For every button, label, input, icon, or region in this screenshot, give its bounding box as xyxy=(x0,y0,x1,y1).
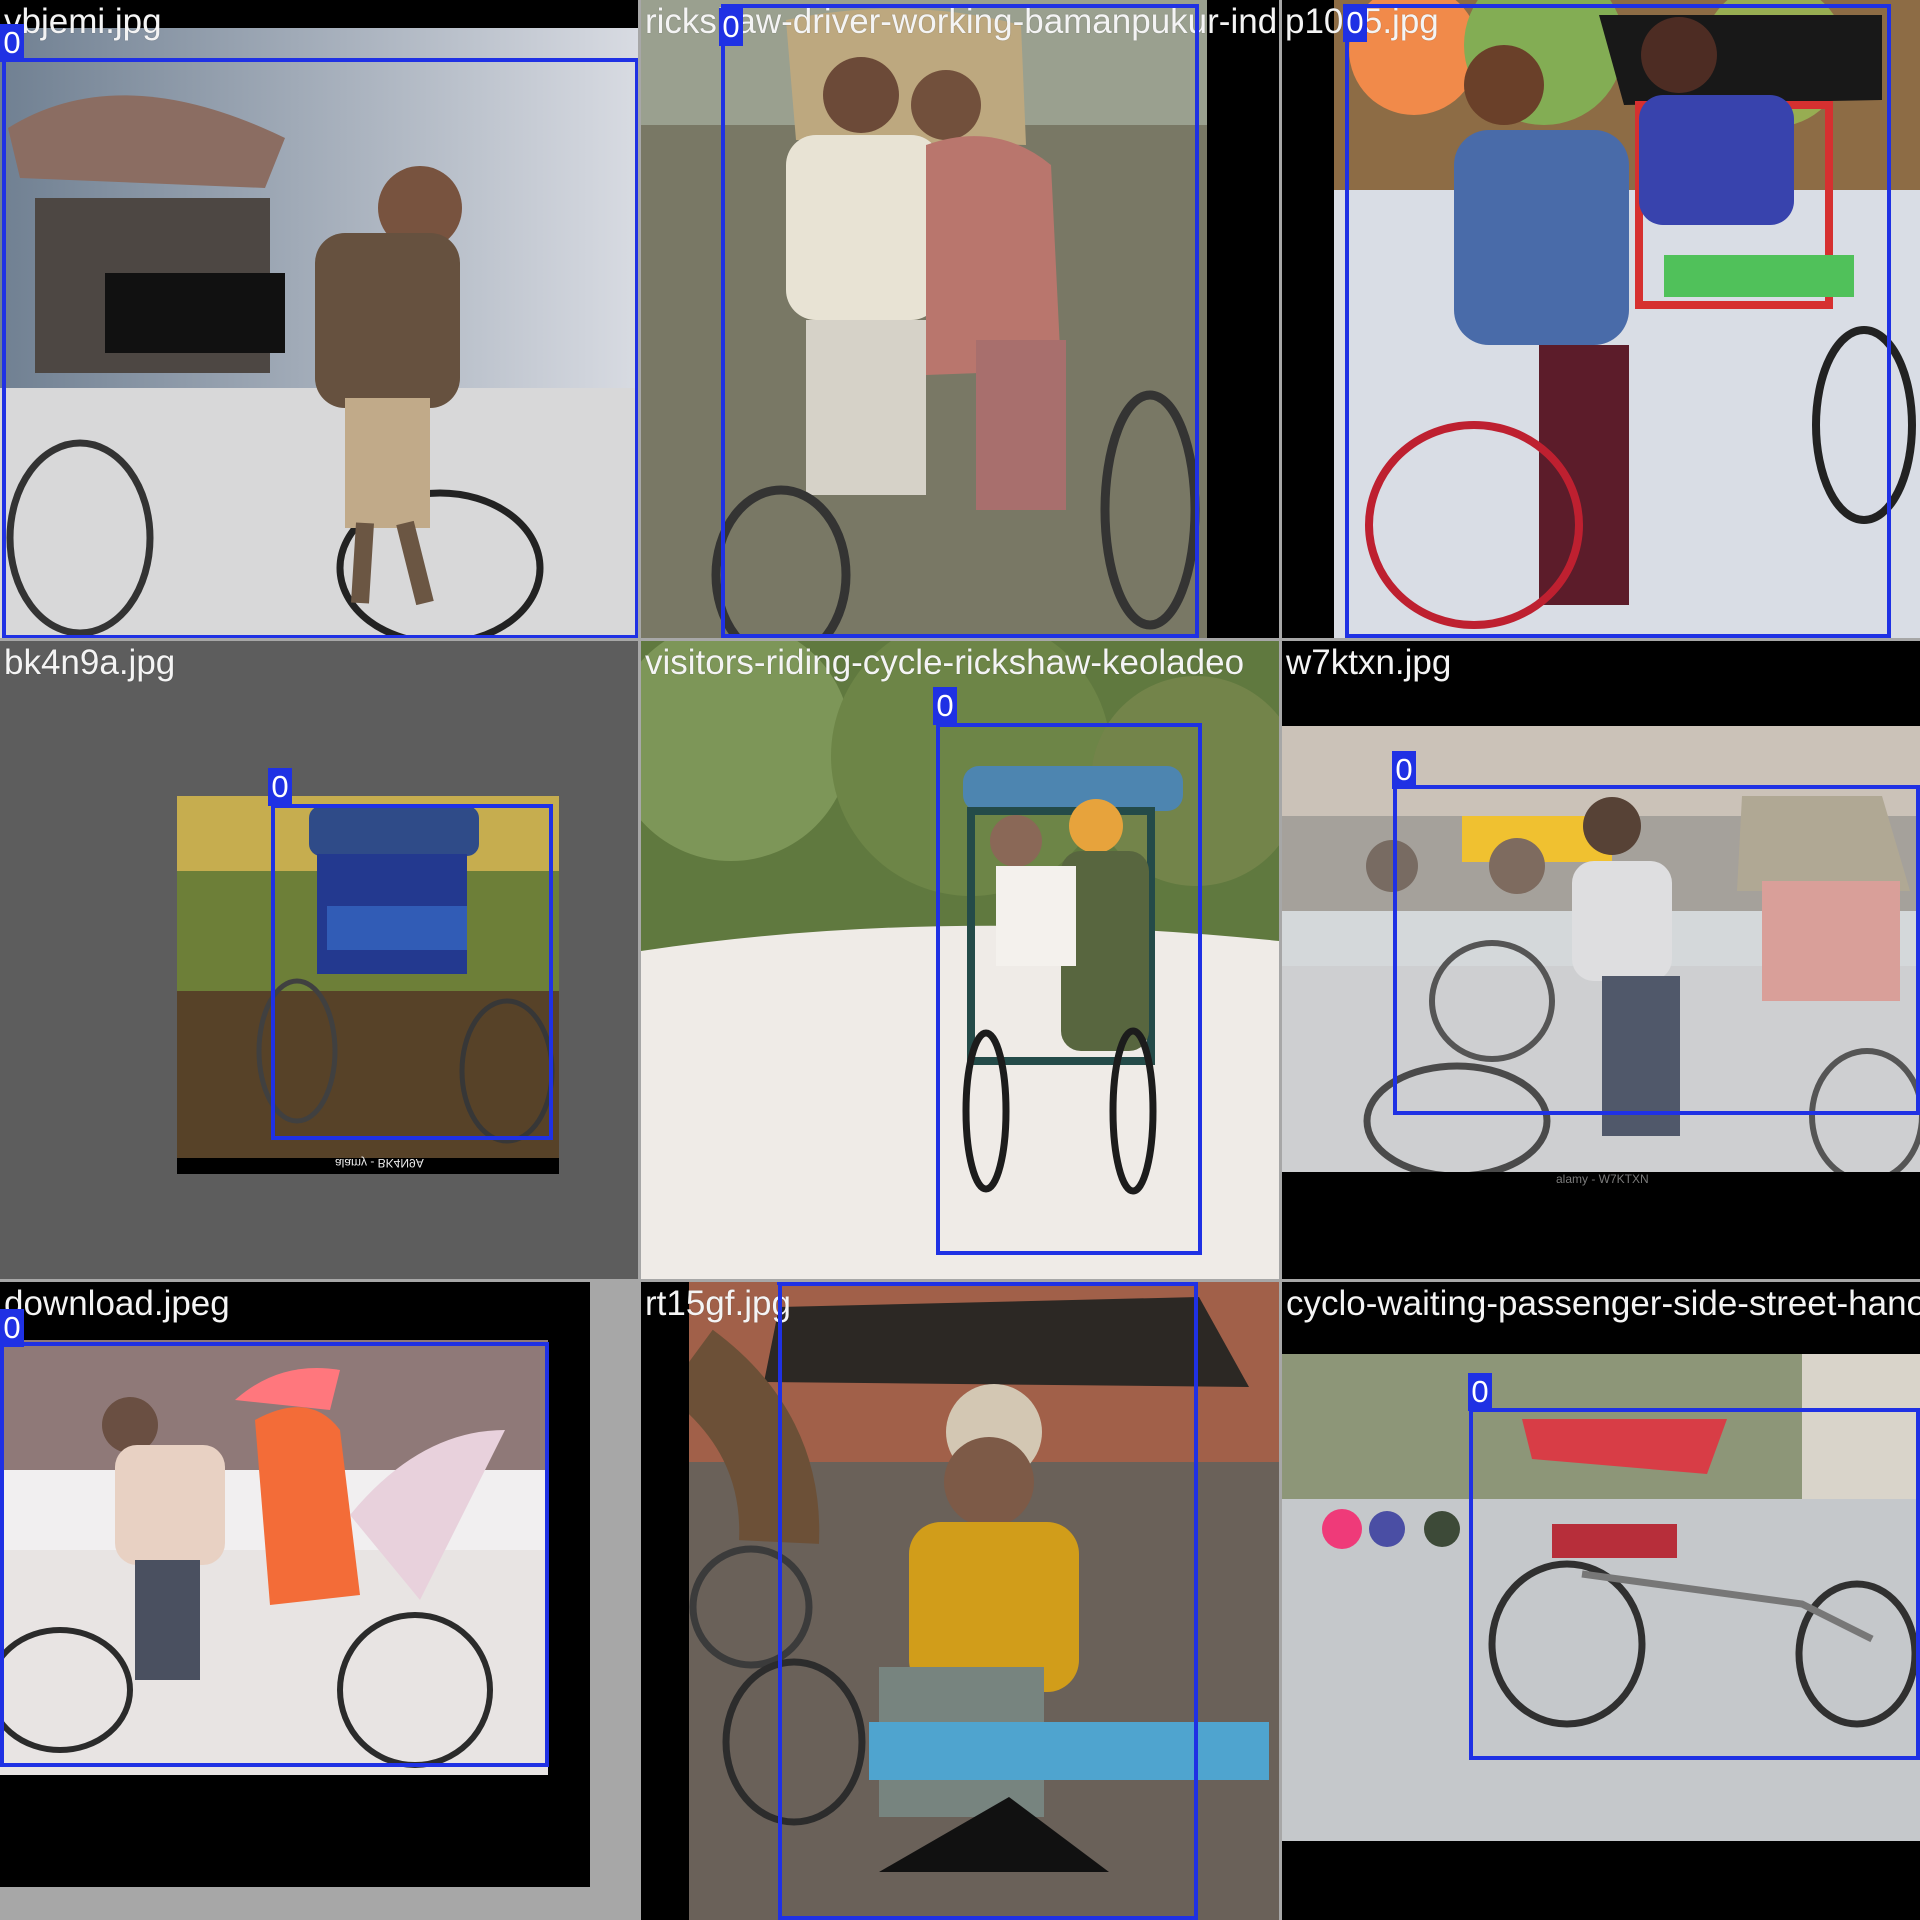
class-id-label: 0 xyxy=(0,24,24,62)
class-id-label: 0 xyxy=(933,687,957,725)
mosaic-tile: rickshaw-driver-working-bamanpukur-india… xyxy=(641,0,1279,638)
detection-bounding-box xyxy=(271,804,553,1140)
mosaic-tile: rt15gf.jpg 0 xyxy=(641,1282,1279,1920)
detection-bounding-box xyxy=(721,4,1199,638)
image-filename: visitors-riding-cycle-rickshaw-keoladeo xyxy=(645,643,1245,682)
mosaic-tile: bk4n9a.jpg 0 alamy - BK4N9A xyxy=(0,641,638,1279)
image-filename: rt15gf.jpg xyxy=(645,1284,791,1323)
mosaic-tile: p1015.jpg 0 xyxy=(1282,0,1920,638)
class-id-label: 0 xyxy=(268,768,292,806)
mosaic-tile: visitors-riding-cycle-rickshaw-keoladeo … xyxy=(641,641,1279,1279)
mosaic-tile: cyclo-waiting-passenger-side-street-hano… xyxy=(1282,1282,1920,1920)
image-filename: vbjemi.jpg xyxy=(4,2,162,41)
mosaic-tile: w7ktxn.jpg 0 alamy - W7KTXN xyxy=(1282,641,1920,1279)
detection-mosaic-grid: vbjemi.jpg 0 rickshaw-driver-working-bam… xyxy=(0,0,1920,1920)
image-filename: bk4n9a.jpg xyxy=(4,643,176,682)
image-filename: download.jpeg xyxy=(4,1284,230,1323)
stock-watermark: alamy - W7KTXN xyxy=(1556,1172,1649,1186)
detection-bounding-box xyxy=(1393,785,1920,1115)
image-filename: cyclo-waiting-passenger-side-street-hano… xyxy=(1286,1284,1920,1323)
image-filename: w7ktxn.jpg xyxy=(1286,643,1452,682)
stock-watermark: alamy - BK4N9A xyxy=(335,1156,424,1170)
class-id-label: 0 xyxy=(0,1309,24,1347)
class-id-label: 0 xyxy=(1392,751,1416,789)
detection-bounding-box xyxy=(2,58,638,638)
class-id-label: 0 xyxy=(1468,1373,1492,1411)
class-id-label: 0 xyxy=(1343,4,1367,42)
mosaic-tile: vbjemi.jpg 0 xyxy=(0,0,638,638)
detection-bounding-box xyxy=(0,1342,549,1767)
detection-bounding-box xyxy=(1345,4,1891,638)
class-id-label: 0 xyxy=(719,8,743,46)
mosaic-tile: download.jpeg 0 xyxy=(0,1282,638,1920)
detection-bounding-box xyxy=(778,1282,1198,1920)
class-id-label: 0 xyxy=(777,1282,801,1285)
detection-bounding-box xyxy=(1469,1408,1920,1760)
detection-bounding-box xyxy=(936,723,1202,1255)
